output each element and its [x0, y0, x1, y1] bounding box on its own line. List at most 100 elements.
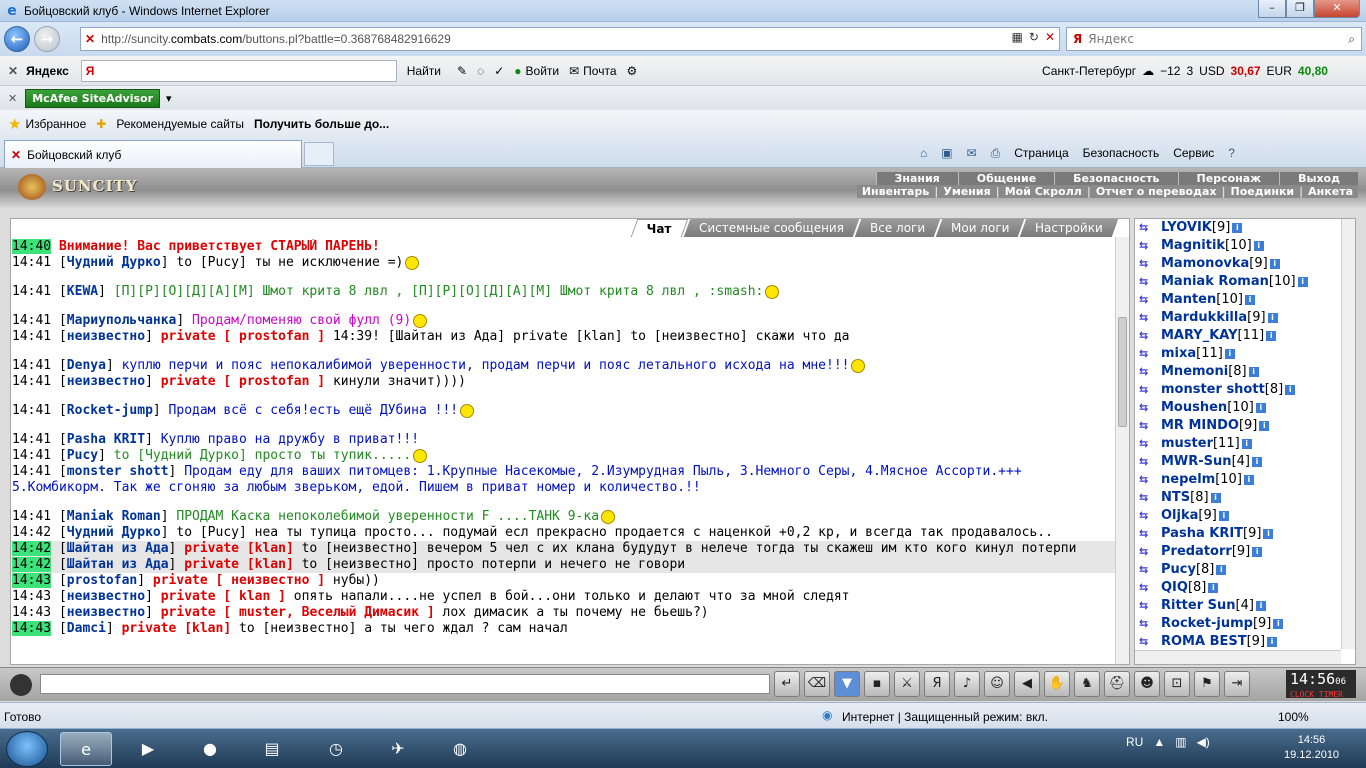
mail-icon[interactable]: ✉	[569, 64, 579, 78]
menu-profile[interactable]: Анкета	[1303, 185, 1358, 198]
menu-security[interactable]: Безопасность	[1054, 172, 1178, 185]
user-name[interactable]: Mamonovka	[1161, 256, 1249, 271]
user-list-hscrollbar[interactable]	[1135, 650, 1341, 664]
close-toolbar-icon[interactable]: ✕	[8, 64, 18, 78]
message-time[interactable]: 14:41	[12, 329, 51, 344]
home-icon[interactable]: ⌂	[920, 146, 927, 160]
message-time[interactable]: 14:41	[12, 284, 51, 299]
taskbar-app-5[interactable]: ✈	[372, 732, 424, 766]
private-message-icon[interactable]: ⇆	[1139, 453, 1161, 471]
user-entry[interactable]: ⇆ NTS[8] i	[1139, 489, 1308, 507]
get-more-addons-link[interactable]: Получить больше до...	[254, 117, 389, 131]
user-entry[interactable]: ⇆ Magnitik[10] i	[1139, 237, 1308, 255]
user-entry[interactable]: ⇆ Mardukkilla[9] i	[1139, 309, 1308, 327]
user-entry[interactable]: ⇆ Pasha KRIT[9] i	[1139, 525, 1308, 543]
menu-knowledge[interactable]: Знания	[875, 172, 958, 185]
message-nick[interactable]: Чудний Дурко	[67, 255, 161, 270]
private-message-icon[interactable]: ⇆	[1139, 273, 1161, 291]
friends-icon[interactable]: ☻	[1134, 671, 1160, 697]
message-nick[interactable]: KEWA	[67, 284, 98, 299]
login-button[interactable]: Войти	[526, 64, 560, 78]
address-bar[interactable]: ✕ http://suncity. combats.com/buttons.pl?…	[80, 27, 1060, 51]
start-button[interactable]	[6, 731, 48, 767]
forward-button[interactable]: →	[34, 26, 60, 52]
user-info-icon[interactable]: i	[1253, 240, 1264, 251]
user-info-icon[interactable]: i	[1267, 312, 1278, 323]
translit-icon[interactable]: Я	[924, 671, 950, 697]
message-nick[interactable]: неизвестно	[67, 605, 145, 620]
message-time[interactable]: 14:41	[12, 464, 51, 479]
user-name[interactable]: mixa	[1161, 346, 1196, 361]
user-name[interactable]: monster shott	[1161, 382, 1265, 397]
print-icon[interactable]: ⎙	[991, 146, 1001, 161]
tab-my-logs[interactable]: Мои логи	[935, 219, 1025, 237]
user-info-icon[interactable]: i	[1267, 636, 1278, 647]
private-message-icon[interactable]: ⇆	[1139, 327, 1161, 345]
user-name[interactable]: MARY_KAY	[1161, 328, 1238, 343]
user-info-icon[interactable]: i	[1216, 564, 1227, 575]
warrior-icon[interactable]: ♞	[1074, 671, 1100, 697]
message-nick[interactable]: неизвестно	[67, 374, 145, 389]
pencil-icon[interactable]: ✎	[457, 64, 467, 78]
user-info-icon[interactable]: i	[1273, 618, 1284, 629]
settings-icon[interactable]: ⚙	[627, 64, 638, 78]
menu-skills[interactable]: Умения	[938, 185, 995, 198]
message-time[interactable]: 14:43	[12, 621, 52, 636]
user-entry[interactable]: ⇆ Ritter Sun[4] i	[1139, 597, 1308, 615]
message-nick[interactable]: Maniak Roman	[67, 509, 161, 524]
smiles-icon[interactable]: ☺	[984, 671, 1010, 697]
back-button[interactable]: ←	[4, 26, 30, 52]
mail-button[interactable]: Почта	[583, 64, 616, 78]
user-info-icon[interactable]: i	[1251, 456, 1262, 467]
private-message-icon[interactable]: ⇆	[1139, 525, 1161, 543]
yandex-logo[interactable]: Яндекс	[26, 64, 69, 78]
message-nick[interactable]: неизвестно	[67, 589, 145, 604]
user-entry[interactable]: ⇆ Mnemoni[8] i	[1139, 363, 1308, 381]
find-button[interactable]: Найти	[401, 62, 447, 80]
chat-avatar-icon[interactable]	[10, 674, 32, 696]
message-nick[interactable]: Pasha KRIT	[67, 432, 145, 447]
minimize-button[interactable]: –	[1258, 0, 1286, 18]
user-entry[interactable]: ⇆ Moushen[10] i	[1139, 399, 1308, 417]
new-tab-button[interactable]	[304, 142, 334, 166]
message-time[interactable]: 14:41	[12, 313, 51, 328]
read-mail-icon[interactable]: ✉	[967, 146, 977, 160]
tray-show-icons[interactable]: ▲	[1153, 735, 1165, 749]
taskbar-media-player[interactable]: ▶	[122, 732, 174, 766]
clear-icon[interactable]: ⌫	[804, 671, 830, 697]
taskbar-clock[interactable]: 14:56 19.12.2010	[1284, 733, 1339, 763]
user-name[interactable]: Pucy	[1161, 562, 1196, 577]
message-nick[interactable]: prostofan	[67, 573, 137, 588]
menu-character[interactable]: Персонаж	[1177, 172, 1280, 185]
private-message-icon[interactable]: ⇆	[1139, 237, 1161, 255]
message-time[interactable]: 14:42	[12, 541, 52, 556]
message-time[interactable]: 14:41	[12, 374, 51, 389]
user-entry[interactable]: ⇆ LYOVIK[9] i	[1139, 219, 1308, 237]
user-name[interactable]: ROMA BEST	[1161, 634, 1247, 649]
user-entry[interactable]: ⇆ Pucy[8] i	[1139, 561, 1308, 579]
stop-icon[interactable]: ✕	[1045, 30, 1055, 44]
abc-check-icon[interactable]: ✓	[494, 64, 504, 78]
language-indicator[interactable]: RU	[1126, 735, 1143, 749]
speaker-icon[interactable]: ◀	[1014, 671, 1040, 697]
sound-icon[interactable]: ♪	[954, 671, 980, 697]
private-message-icon[interactable]: ⇆	[1139, 597, 1161, 615]
user-entry[interactable]: ⇆ Mamonovka[9] i	[1139, 255, 1308, 273]
user-name[interactable]: nepelm	[1161, 472, 1215, 487]
private-message-icon[interactable]: ⇆	[1139, 561, 1161, 579]
user-name[interactable]: muster	[1161, 436, 1213, 451]
recommended-sites-link[interactable]: Рекомендуемые сайты	[116, 117, 244, 131]
user-entry[interactable]: ⇆ Oljka[9] i	[1139, 507, 1308, 525]
tab-all-logs[interactable]: Все логи	[854, 219, 941, 237]
rss-icon[interactable]: ▣	[941, 146, 952, 160]
private-message-icon[interactable]: ⇆	[1139, 255, 1161, 273]
user-info-icon[interactable]: i	[1255, 402, 1266, 413]
message-time[interactable]: 14:40	[12, 239, 52, 254]
hands-icon[interactable]: ✋	[1044, 671, 1070, 697]
taskbar-app-2[interactable]: ●	[184, 732, 236, 766]
user-info-icon[interactable]: i	[1208, 582, 1219, 593]
user-entry[interactable]: ⇆ muster[11] i	[1139, 435, 1308, 453]
private-tag[interactable]: private [klan]	[122, 621, 232, 636]
status-zone[interactable]: Интернет | Защищенный режим: вкл.	[842, 710, 1048, 724]
menu-exit[interactable]: Выход	[1279, 172, 1358, 185]
